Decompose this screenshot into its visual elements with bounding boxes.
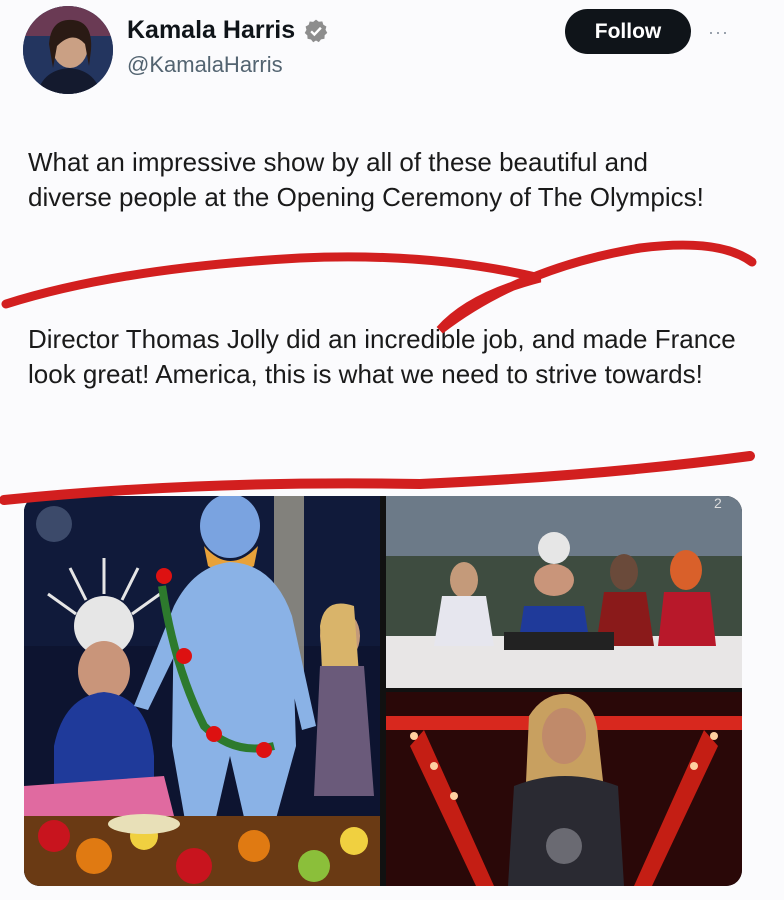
author-handle[interactable]: @KamalaHarris xyxy=(127,52,283,78)
tweet-card: Kamala Harris @KamalaHarris Follow ··· W… xyxy=(0,0,784,900)
avatar[interactable] xyxy=(23,6,113,94)
media-image-3[interactable] xyxy=(386,692,742,886)
author-name[interactable]: Kamala Harris xyxy=(127,16,329,45)
tweet-media[interactable]: 2 xyxy=(24,496,742,886)
media-image-2[interactable]: 2 xyxy=(386,496,742,688)
author-name-text: Kamala Harris xyxy=(127,16,296,44)
follow-button[interactable]: Follow xyxy=(565,9,691,54)
tweet-paragraph-2: Director Thomas Jolly did an incredible … xyxy=(28,324,736,389)
tweet-paragraph-1: What an impressive show by all of these … xyxy=(28,147,704,212)
more-options-icon[interactable]: ··· xyxy=(708,22,729,43)
verified-badge-icon xyxy=(304,19,328,42)
media-count-badge: 2 xyxy=(714,496,722,511)
media-image-1[interactable] xyxy=(24,496,380,886)
